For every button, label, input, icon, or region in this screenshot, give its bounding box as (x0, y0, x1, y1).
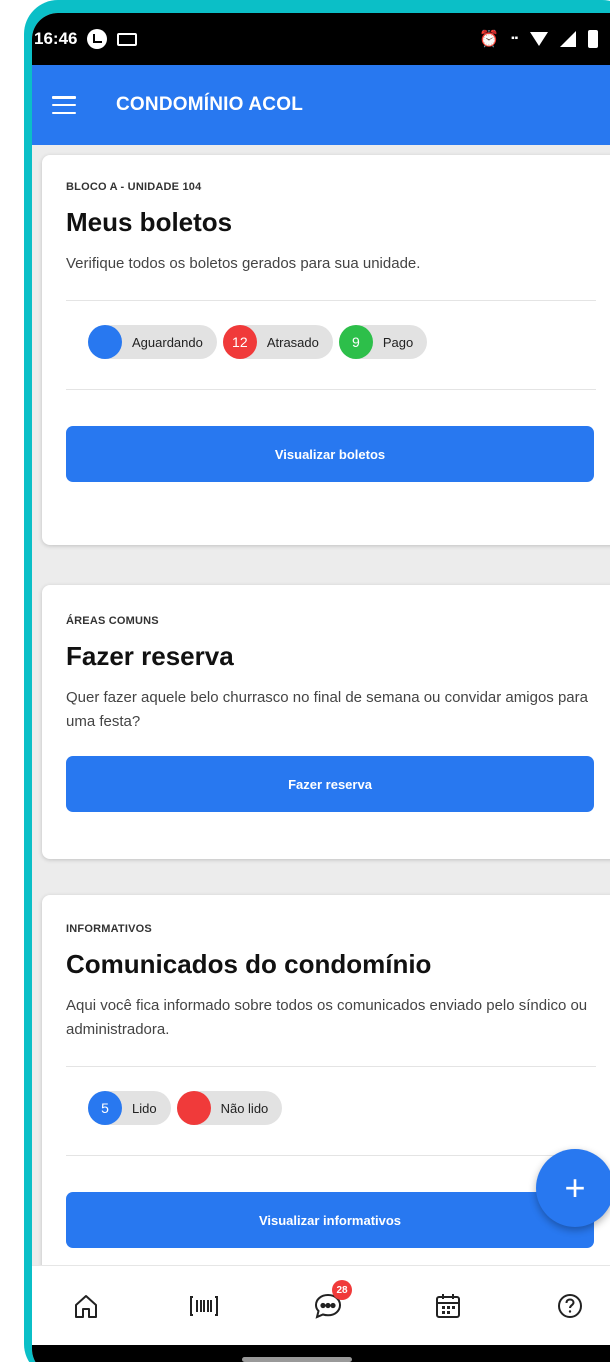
chip-count: 9 (338, 325, 373, 359)
chip-aguardando[interactable]: Aguardando (88, 325, 217, 359)
battery-icon (588, 30, 599, 48)
status-icons: ⏰ ▪▪ 67 (479, 29, 610, 49)
barcode-icon (190, 1296, 218, 1316)
chip-label: Atrasado (266, 334, 319, 350)
boletos-card: BLOCO A - UNIDADE 104 Meus boletos Verif… (42, 155, 610, 545)
chip-atrasado[interactable]: 12 Atrasado (222, 325, 333, 359)
chip-lido[interactable]: 5 Lido (88, 1091, 171, 1125)
divider (66, 1066, 596, 1067)
nav-home[interactable] (68, 1288, 104, 1324)
divider (66, 389, 596, 390)
chip-count: 12 (222, 325, 257, 359)
comunicados-description: Aqui você fica informado sobre todos os … (66, 997, 588, 1038)
wifi-icon (530, 32, 549, 46)
reserva-title: Fazer reserva (66, 641, 234, 671)
chip-count (176, 1091, 211, 1125)
comunicados-title: Comunicados do condomínio (66, 949, 432, 979)
comunicados-overline: INFORMATIVOS (66, 923, 152, 935)
boletos-description: Verifique todos os boletos gerados para … (66, 255, 421, 272)
comunicados-status-chips: 5 Lido Não lido (66, 1091, 610, 1125)
chip-count: 5 (88, 1091, 122, 1125)
boletos-title: Meus boletos (66, 207, 233, 237)
chip-count (88, 325, 122, 359)
boletos-status-chips: Aguardando 12 Atrasado 9 Pago (66, 325, 610, 359)
divider (66, 1155, 596, 1156)
chip-label: Lido (132, 1100, 157, 1116)
status-bar: 16:46 ⏰ ▪▪ 67 (32, 13, 610, 65)
reserva-card: ÁREAS COMUNS Fazer reserva Quer fazer aq… (42, 585, 610, 859)
nav-help[interactable] (552, 1288, 588, 1324)
boletos-overline: BLOCO A - UNIDADE 104 (66, 181, 202, 193)
make-reservation-button[interactable]: Fazer reserva (66, 756, 594, 812)
nav-barcode[interactable] (186, 1288, 222, 1324)
phone-screen: 16:46 ⏰ ▪▪ 67 CONDOMÍNIO ACOL BLOCO A - … (32, 13, 610, 1362)
notification-icon (87, 29, 108, 49)
calendar-icon (436, 1294, 460, 1318)
main-content: BLOCO A - UNIDADE 104 Meus boletos Verif… (32, 145, 610, 1295)
comunicados-card: INFORMATIVOS Comunicados do condomínio A… (42, 895, 610, 1295)
chip-nao-lido[interactable]: Não lido (176, 1091, 283, 1125)
add-fab-button[interactable]: + (536, 1149, 610, 1227)
home-indicator[interactable] (242, 1357, 352, 1362)
volte-icon: ▪▪ (511, 33, 519, 44)
home-icon (75, 1295, 97, 1318)
bottom-navigation: 28 (32, 1265, 610, 1345)
messages-badge: 28 (332, 1280, 352, 1300)
status-time: 16:46 (34, 29, 78, 48)
app-title: CONDOMÍNIO ACOL (116, 94, 304, 115)
view-informativos-button[interactable]: Visualizar informativos (66, 1192, 594, 1248)
chip-label: Não lido (220, 1100, 269, 1116)
reserva-description: Quer fazer aquele belo churrasco no fina… (66, 689, 588, 730)
view-boletos-button[interactable]: Visualizar boletos (66, 426, 594, 482)
chip-pago[interactable]: 9 Pago (338, 325, 428, 359)
reserva-overline: ÁREAS COMUNS (66, 615, 159, 627)
divider (66, 300, 596, 301)
signal-icon (560, 31, 577, 47)
gesture-bar (32, 1345, 610, 1362)
media-icon (117, 32, 138, 46)
app-bar: CONDOMÍNIO ACOL (32, 65, 610, 145)
nav-messages[interactable]: 28 (310, 1280, 352, 1324)
nav-calendar[interactable] (430, 1288, 466, 1324)
alarm-icon: ⏰ (479, 31, 500, 48)
plus-icon: + (564, 1167, 586, 1208)
chip-label: Aguardando (132, 334, 203, 350)
menu-icon[interactable] (52, 96, 76, 114)
chip-label: Pago (382, 334, 414, 350)
help-icon (558, 1294, 582, 1318)
